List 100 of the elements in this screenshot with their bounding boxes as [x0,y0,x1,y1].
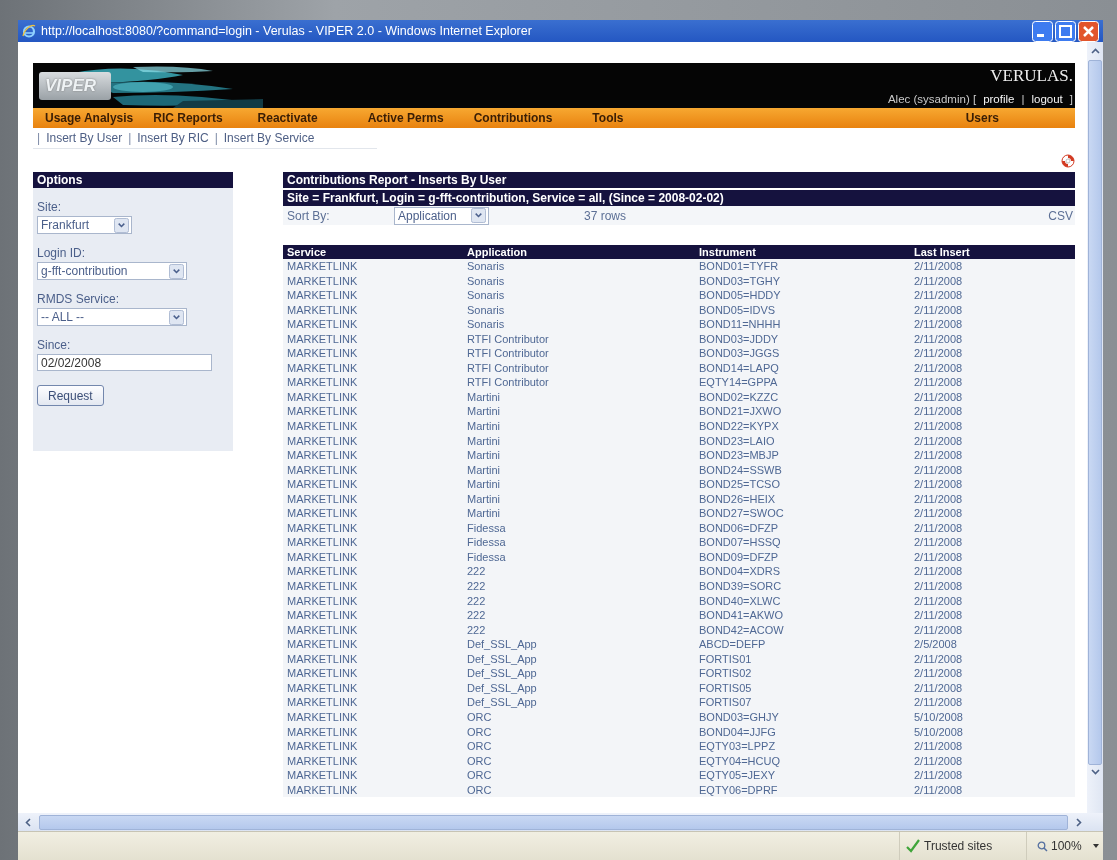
table-cell-text: ORC [467,709,493,725]
separator: | [37,131,41,145]
table-cell-text: 2/11/2008 [914,768,964,783]
table-cell-text: FORTIS07 [699,695,753,710]
brand-name: VERULAS. [990,66,1073,86]
table-cell-text: BOND03=TGHY [699,273,781,289]
sort-label: Sort By: [286,208,331,223]
table-cell-text: MARKETLINK [287,739,359,754]
table-cell-text: BOND22=KYPX [699,419,780,434]
nav-item[interactable]: RIC Reports [153,111,223,125]
date-field[interactable]: 02/02/2008 [37,354,212,371]
user-label: | [1021,93,1025,105]
sort-dropdown[interactable]: Application [394,206,489,225]
column-header: Last Insert [914,245,971,259]
nav-item[interactable]: Usage Analysis [45,111,134,125]
close-button[interactable] [1078,20,1099,42]
table-cell-text: MARKETLINK [287,622,359,638]
table-cell-text: MARKETLINK [287,520,359,536]
user-link[interactable]: profile [981,93,1017,105]
csv-link[interactable]: CSV [1048,208,1075,223]
report-title: Contributions Report - Inserts By User [283,172,1075,188]
table-cell-text: MARKETLINK [287,564,359,580]
table-cell-text: FORTIS05 [699,680,753,696]
table-cell-text: 2/11/2008 [914,739,964,754]
table-cell-text: MARKETLINK [287,346,359,361]
table-cell-text: FORTIS02 [699,666,753,681]
nav-item[interactable]: Active Perms [367,111,444,125]
table-cell-text: BOND41=AKWO [699,608,785,623]
subnav-link[interactable]: Insert By RIC [137,131,209,145]
table-cell-text: 222 [467,622,487,638]
table-cell-text: ORC [467,739,493,754]
table-cell-text: 2/11/2008 [914,389,964,405]
subnav-link[interactable]: Insert By Service [223,131,315,145]
table-cell-text: MARKETLINK [287,535,359,550]
table-cell-text: BOND03=JDDY [699,331,780,347]
table-cell-text: 2/5/2008 [914,637,958,652]
table-cell-text: 2/11/2008 [914,753,964,769]
table-cell-text: BOND21=JXWO [699,404,783,419]
column-header: Instrument [699,245,757,259]
table-cell-text: 2/11/2008 [914,331,964,347]
nav-item[interactable]: Users [965,111,999,125]
row-count: 37 rows [584,208,627,223]
table-cell-text: MARKETLINK [287,651,359,667]
table-cell-text: Sonaris [467,288,506,303]
table-cell-text: RTFI Contributor [467,346,550,361]
table-cell-text: BOND05=HDDY [699,288,782,303]
browser-logo-icon [22,24,36,38]
dropdown[interactable]: Frankfurt [37,216,132,234]
table-cell-text: BOND02=KZZC [699,389,780,405]
user-link[interactable]: logout [1029,93,1065,105]
table-cell-text: 222 [467,593,487,609]
separator: | [128,131,132,145]
table-cell-text: EQTY05=JEXY [699,768,777,783]
request-button[interactable]: Request [37,385,104,406]
table-cell-text: 2/11/2008 [914,564,964,580]
maximize-button[interactable] [1055,20,1076,42]
column-header: Service [287,245,328,259]
table-cell-text: 222 [467,564,487,580]
table-cell-text: 2/11/2008 [914,375,964,390]
dropdown-arrow-icon[interactable] [1092,843,1099,849]
dropdown[interactable]: g-fft-contribution [37,262,187,280]
help-icon[interactable] [1061,153,1075,168]
table-cell-text: Fidessa [467,549,507,565]
minimize-button[interactable] [1032,20,1053,42]
table-cell-text: Sonaris [467,302,506,318]
table-cell-text: 2/11/2008 [914,680,964,696]
table-cell-text: 2/11/2008 [914,302,964,318]
table-cell-text: Martini [467,477,501,492]
table-cell-text: BOND03=GHJY [699,709,780,725]
nav-item[interactable]: Contributions [473,111,553,125]
user-label: Alec (sysadmin) [ [887,93,977,105]
table-cell-text: 5/10/2008 [914,709,964,725]
window-title: http://localhost:8080/?command=login - Verulas - VIPER 2.0 - Windows Internet Explorer [41,24,533,38]
table-cell-text: BOND11=NHHH [699,317,782,332]
table-cell-text: Martini [467,419,501,434]
table-cell-text: 2/11/2008 [914,448,964,463]
table-cell-text: RTFI Contributor [467,360,550,376]
security-zone: Trusted sites [924,839,993,853]
table-cell-text: ORC [467,782,493,798]
field-label: Login ID: [37,246,87,260]
table-cell-text: Fidessa [467,535,507,550]
table-cell-text: MARKETLINK [287,680,359,696]
table-cell-text: MARKETLINK [287,462,359,478]
table-cell-text: 222 [467,579,487,594]
table-cell-text: BOND03=JGGS [699,346,781,361]
table-cell-text: MARKETLINK [287,593,359,609]
dropdown[interactable]: -- ALL -- [37,308,187,326]
table-cell-text: Martini [467,506,501,521]
subnav-link[interactable]: Insert By User [46,131,123,145]
table-cell-text: 2/11/2008 [914,346,964,361]
table-cell-text: 2/11/2008 [914,477,964,492]
report-filter: Site = Frankfurt, Login = g-fft-contribution, Service = all, (Since = 2008-02-02) [283,190,1075,206]
field-label: Since: [37,338,72,352]
magnifier-icon[interactable] [1037,840,1048,852]
table-cell-text: EQTY03=LPPZ [699,739,777,754]
table-cell-text: 2/11/2008 [914,273,964,289]
nav-item[interactable]: Reactivate [257,111,318,125]
table-cell-text: ORC [467,753,493,769]
zoom-level[interactable]: 100% [1051,839,1082,853]
nav-item[interactable]: Tools [592,111,624,125]
